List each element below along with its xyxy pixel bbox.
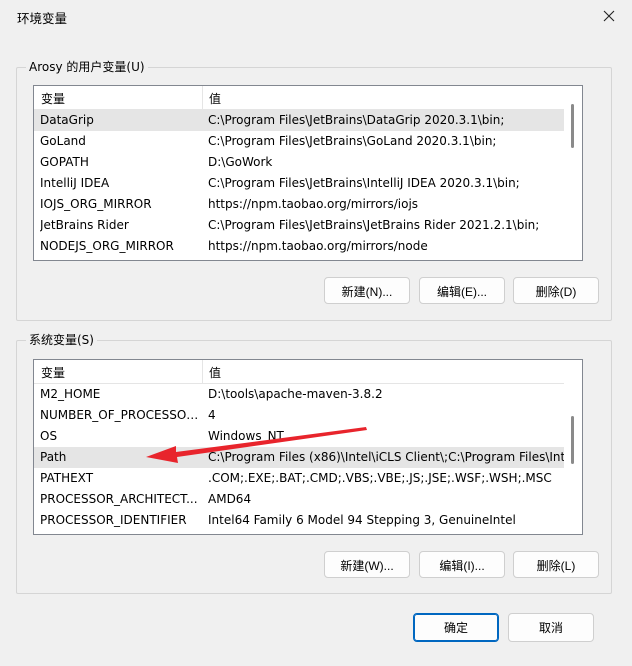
column-separator[interactable]	[202, 86, 203, 109]
variable-value: AMD64	[208, 492, 252, 506]
user-vars-header: 变量 值	[34, 86, 564, 110]
system-delete-button[interactable]: 删除(L)	[513, 551, 599, 578]
variable-value: Intel64 Family 6 Model 94 Stepping 3, Ge…	[208, 513, 516, 527]
variable-name: JetBrains Rider	[40, 218, 129, 232]
col-header-name[interactable]: 变量	[41, 90, 65, 107]
table-row[interactable]: OS Windows_NT	[34, 426, 564, 447]
cancel-button[interactable]: 取消	[508, 613, 594, 642]
variable-value: C:\Program Files\JetBrains\DataGrip 2020…	[208, 113, 505, 127]
variable-name: NUMBER_OF_PROCESSORS	[40, 408, 200, 422]
table-row[interactable]: IntelliJ IDEA C:\Program Files\JetBrains\…	[34, 173, 564, 194]
variable-value: C:\Program Files (x86)\Intel\iCLS Client…	[208, 450, 578, 464]
table-row[interactable]: Path C:\Program Files (x86)\Intel\iCLS Cl…	[34, 447, 578, 468]
window-title: 环境变量	[17, 11, 68, 26]
scroll-thumb[interactable]	[571, 416, 574, 464]
table-row[interactable]: GoLand C:\Program Files\JetBrains\GoLand …	[34, 131, 564, 152]
table-row[interactable]: PROCESSOR_IDENTIFIER Intel64 Family 6 Mod…	[34, 510, 564, 531]
close-button[interactable]	[586, 0, 632, 32]
variable-value: https://npm.taobao.org/mirrors/iojs	[208, 197, 419, 211]
variable-value: C:\Program Files\JetBrains\GoLand 2020.3…	[208, 134, 497, 148]
variable-value: https://npm.taobao.org/mirrors/node	[208, 239, 428, 253]
col-header-name[interactable]: 变量	[41, 364, 65, 381]
variable-name: IOJS_ORG_MIRROR	[40, 197, 152, 211]
system-vars-group-label: 系统变量(S)	[26, 332, 97, 348]
system-vars-scrollbar[interactable]	[564, 360, 582, 534]
table-row[interactable]: M2_HOME D:\tools\apache-maven-3.8.2	[34, 384, 564, 405]
user-new-button[interactable]: 新建(N)...	[324, 277, 410, 304]
scroll-thumb[interactable]	[571, 104, 574, 148]
system-edit-button[interactable]: 编辑(I)...	[419, 551, 505, 578]
col-header-value[interactable]: 值	[209, 90, 221, 107]
system-new-button[interactable]: 新建(W)...	[324, 551, 410, 578]
ok-button[interactable]: 确定	[413, 613, 499, 642]
variable-name: NODEJS_ORG_MIRROR	[40, 239, 174, 253]
variable-name: PATHEXT	[40, 471, 94, 485]
column-separator[interactable]	[202, 360, 203, 383]
variable-name: OS	[40, 429, 58, 443]
variable-value: D:\GoWork	[208, 155, 273, 169]
variable-name: DataGrip	[40, 113, 94, 127]
user-edit-button[interactable]: 编辑(E)...	[419, 277, 505, 304]
table-row[interactable]: DataGrip C:\Program Files\JetBrains\DataG…	[34, 110, 564, 131]
table-row[interactable]: IOJS_ORG_MIRROR https://npm.taobao.org/mi…	[34, 194, 564, 215]
user-vars-scrollbar[interactable]	[564, 86, 582, 260]
user-vars-list[interactable]: 变量 值 DataGrip C:\Program Files\JetBrains\…	[33, 85, 583, 261]
variable-name: IntelliJ IDEA	[40, 176, 110, 190]
variable-value: C:\Program Files\JetBrains\JetBrains Rid…	[208, 218, 540, 232]
variable-name: M2_HOME	[40, 387, 101, 401]
variable-value: 4	[208, 408, 216, 422]
user-vars-rows: DataGrip C:\Program Files\JetBrains\DataG…	[34, 110, 564, 257]
variable-name: PROCESSOR_ARCHITECT...	[40, 492, 198, 506]
user-delete-button[interactable]: 删除(D)	[513, 277, 599, 304]
title-bar: 环境变量	[0, 0, 632, 32]
table-row[interactable]: PROCESSOR_ARCHITECT... AMD64	[34, 489, 564, 510]
variable-name: GoLand	[40, 134, 86, 148]
table-row[interactable]: NUMBER_OF_PROCESSORS 4	[34, 405, 564, 426]
table-row[interactable]: NODEJS_ORG_MIRROR https://npm.taobao.org/…	[34, 236, 564, 257]
close-icon	[603, 10, 615, 22]
col-header-value[interactable]: 值	[209, 364, 221, 381]
system-vars-list[interactable]: 变量 值 M2_HOME D:\tools\apache-maven-3.8.2 N…	[33, 359, 583, 535]
user-vars-group-label: Arosy 的用户变量(U)	[26, 59, 148, 75]
table-row[interactable]: GOPATH D:\GoWork	[34, 152, 564, 173]
variable-name: PROCESSOR_IDENTIFIER	[40, 513, 187, 527]
variable-name: GOPATH	[40, 155, 89, 169]
table-row[interactable]: PATHEXT .COM;.EXE;.BAT;.CMD;.VBS;.VBE;.JS…	[34, 468, 564, 489]
system-vars-rows: M2_HOME D:\tools\apache-maven-3.8.2 NUMBER…	[34, 384, 578, 531]
variable-value: D:\tools\apache-maven-3.8.2	[208, 387, 383, 401]
table-row[interactable]: JetBrains Rider C:\Program Files\JetBrain…	[34, 215, 564, 236]
variable-value: Windows_NT	[208, 429, 284, 443]
variable-name: Path	[40, 450, 67, 464]
system-vars-header: 变量 值	[34, 360, 564, 384]
variable-value: C:\Program Files\JetBrains\IntelliJ IDEA…	[208, 176, 520, 190]
variable-value: .COM;.EXE;.BAT;.CMD;.VBS;.VBE;.JS;.JSE;.…	[208, 471, 552, 485]
